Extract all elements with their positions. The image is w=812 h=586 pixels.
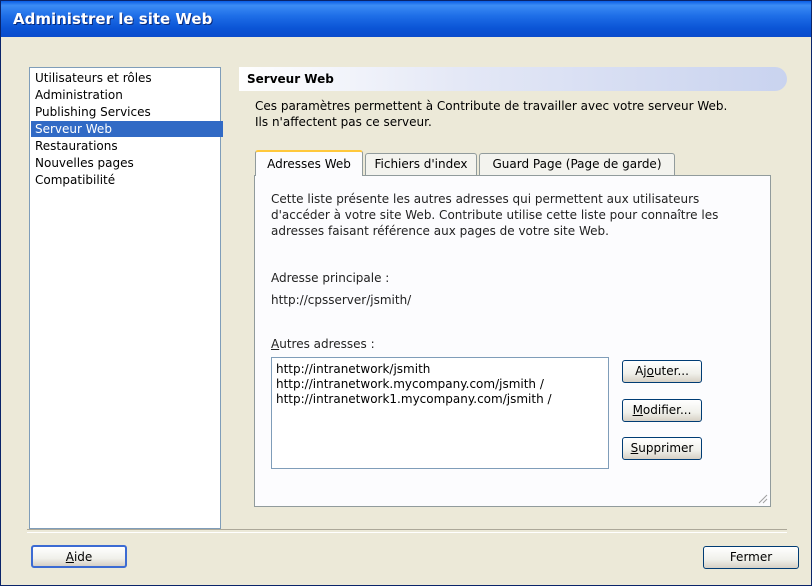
resize-grip-icon[interactable] (756, 492, 768, 504)
list-item[interactable]: http://intranetwork1.mycompany.com/jsmit… (276, 392, 604, 407)
sidebar-item-nouvelles-pages[interactable]: Nouvelles pages (31, 155, 223, 171)
add-label-post: uter... (653, 364, 689, 378)
modify-label-post: odifier... (642, 403, 692, 417)
modify-label-accel: M (632, 403, 643, 417)
tab-adresses-web[interactable]: Adresses Web (255, 150, 363, 176)
other-addresses-label: Autres adresses : (271, 336, 751, 352)
description-line-2: Ils n'affectent pas ce serveur. (255, 115, 432, 129)
other-addresses-label-rest: utres adresses : (279, 337, 375, 351)
sidebar-item-administration[interactable]: Administration (31, 87, 223, 103)
help-label-post: ide (73, 550, 93, 564)
title-bar[interactable]: Administrer le site Web (1, 1, 811, 37)
other-addresses-accel: A (271, 337, 280, 351)
intro-line-2: d'accéder à votre site Web. Contribute u… (271, 208, 719, 222)
sidebar-item-utilisateurs-et-roles[interactable]: Utilisateurs et rôles (31, 70, 223, 86)
list-item[interactable]: http://intranetwork/jsmith (276, 362, 604, 377)
list-item[interactable]: http://intranetwork.mycompany.com/jsmith… (276, 377, 604, 392)
window-title: Administrer le site Web (13, 10, 213, 28)
tab-fichiers-index[interactable]: Fichiers d'index (365, 153, 477, 175)
section-title: Serveur Web (247, 72, 334, 86)
help-label-accel: A (65, 550, 74, 564)
description-line-1: Ces paramètres permettent à Contribute d… (255, 99, 728, 113)
primary-address-label: Adresse principale : (271, 271, 390, 285)
sidebar-item-serveur-web[interactable]: Serveur Web (31, 121, 223, 137)
delete-label-post: upprimer (638, 441, 694, 455)
section-header: Serveur Web (239, 67, 787, 91)
modify-address-button[interactable]: Modifier... (622, 399, 702, 422)
section-description: Ces paramètres permettent à Contribute d… (255, 98, 785, 130)
intro-line-3: adresses faisant référence aux pages de … (271, 224, 609, 238)
dialog-window: Administrer le site Web Utilisateurs et … (0, 0, 812, 586)
sidebar-item-publishing-services[interactable]: Publishing Services (31, 104, 223, 120)
tab-guard-page[interactable]: Guard Page (Page de garde) (479, 153, 675, 175)
add-address-button[interactable]: Ajouter... (622, 360, 702, 383)
other-addresses-list[interactable]: http://intranetwork/jsmith http://intran… (271, 357, 609, 469)
panel-intro: Cette liste présente les autres adresses… (271, 191, 751, 239)
delete-address-button[interactable]: Supprimer (622, 437, 702, 460)
footer-separator (27, 529, 787, 533)
close-button[interactable]: Fermer (703, 546, 799, 569)
tab-panel-adresses-web: Cette liste présente les autres adresses… (254, 175, 771, 507)
sidebar-item-restaurations[interactable]: Restaurations (31, 138, 223, 154)
intro-line-1: Cette liste présente les autres adresses… (271, 192, 700, 206)
help-button[interactable]: Aide (31, 545, 127, 568)
primary-address-value: http://cpsserver/jsmith/ (271, 293, 412, 307)
sidebar-item-compatibilite[interactable]: Compatibilité (31, 172, 223, 188)
add-label-accel: o (646, 364, 654, 378)
sidebar-list[interactable]: Utilisateurs et rôles Administration Pub… (29, 67, 223, 529)
add-label-pre: Aj (635, 364, 647, 378)
